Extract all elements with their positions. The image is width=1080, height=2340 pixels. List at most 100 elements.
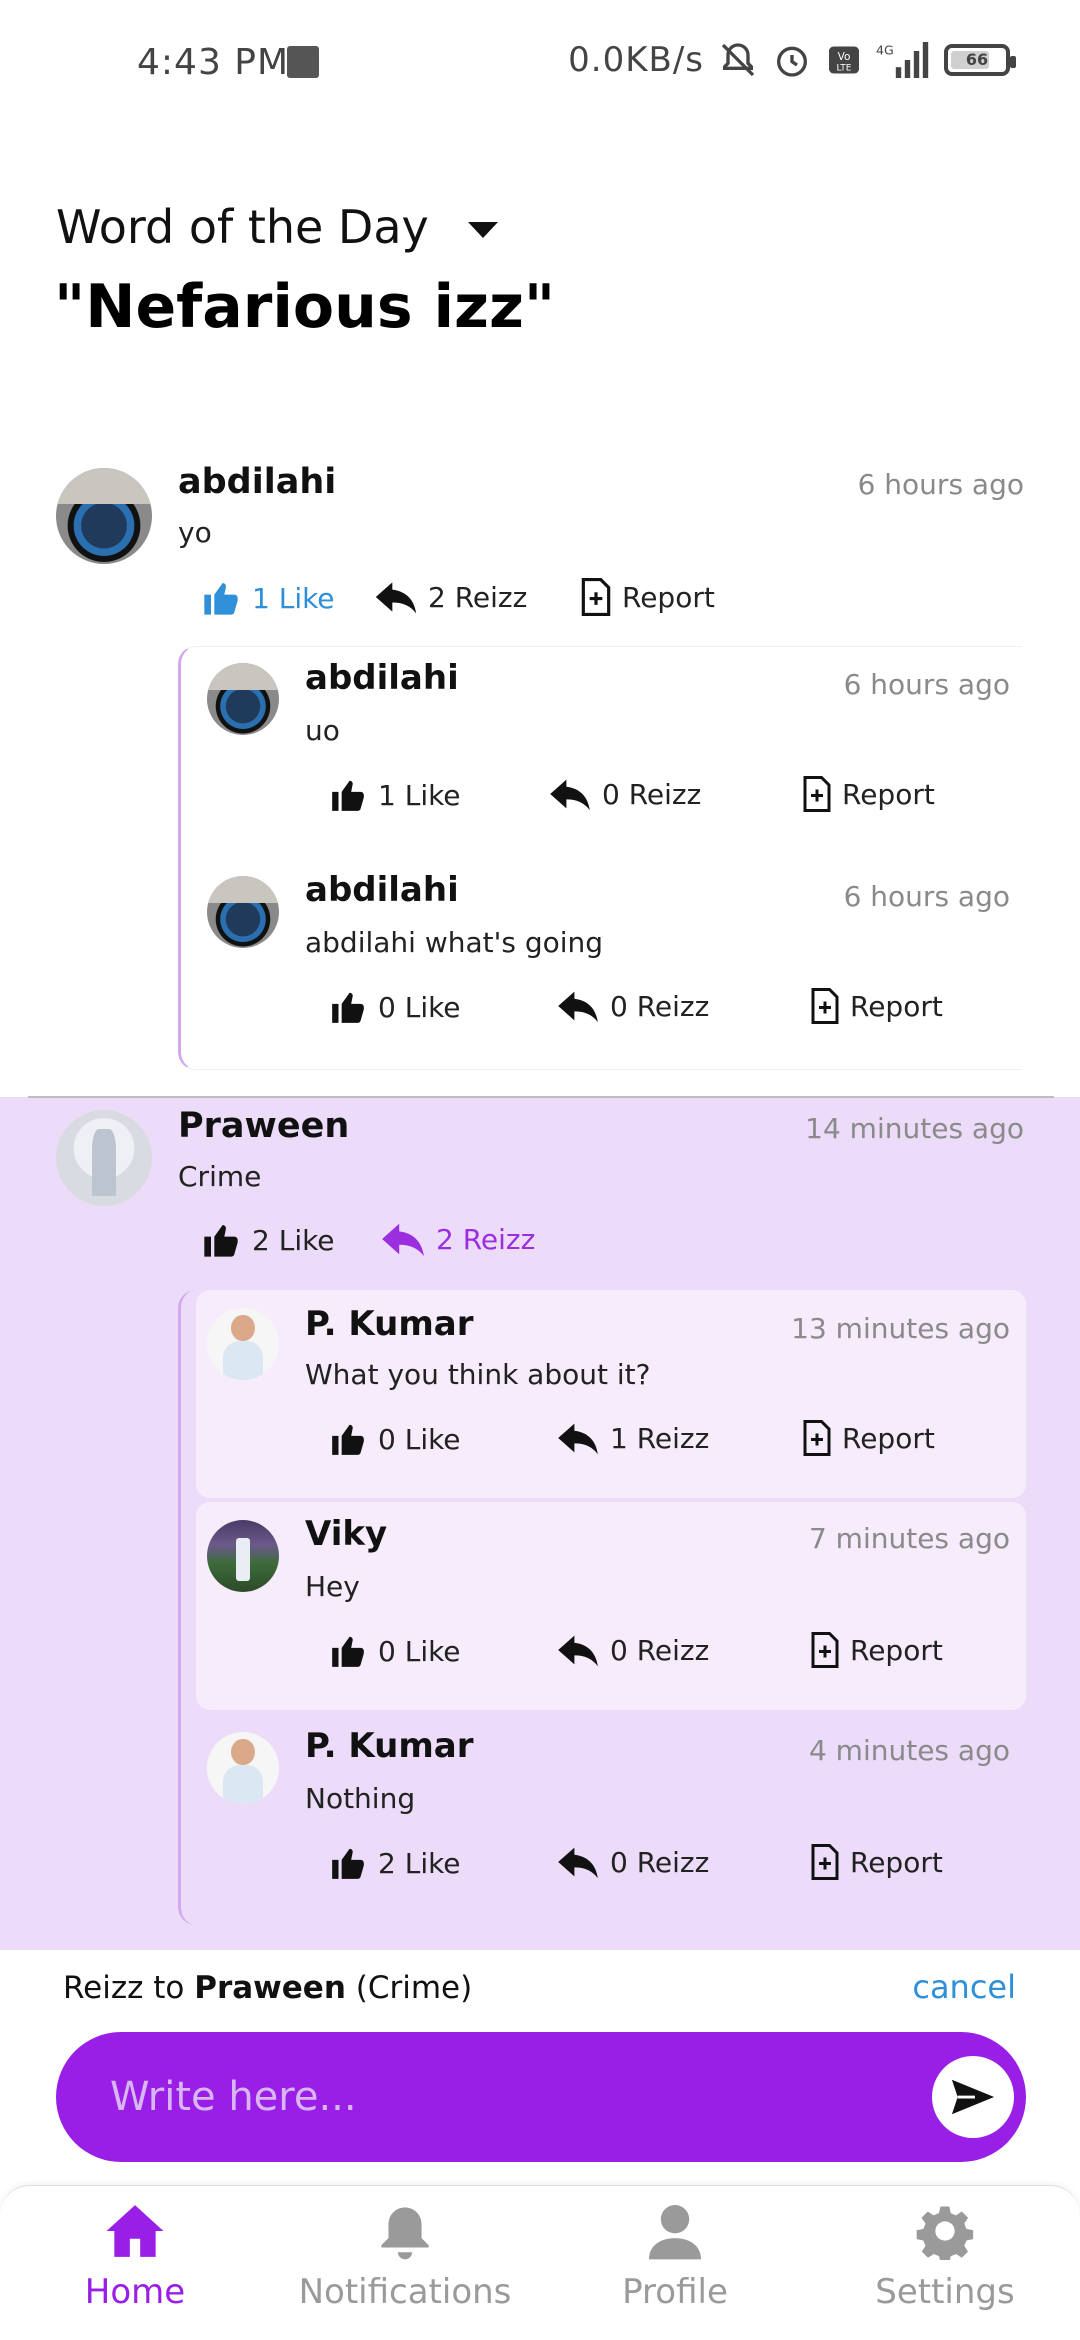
report-icon xyxy=(803,1420,831,1456)
avatar[interactable] xyxy=(207,876,279,948)
reply-time: 6 hours ago xyxy=(843,880,1010,913)
reply-prefix: Reizz to xyxy=(63,1970,185,2006)
reply-author[interactable]: P. Kumar xyxy=(305,1726,474,1766)
reizz-button[interactable]: 1 Reizz xyxy=(556,1420,709,1456)
like-button[interactable]: 2 Like xyxy=(328,1844,461,1882)
signal-icon: 4G xyxy=(876,42,929,78)
report-label: Report xyxy=(850,989,943,1023)
bell-icon xyxy=(381,2207,429,2260)
reizz-button[interactable]: 2 Reizz xyxy=(374,578,527,616)
avatar[interactable] xyxy=(56,1110,152,1206)
report-label: Report xyxy=(850,1845,943,1879)
comment-time: 14 minutes ago xyxy=(805,1112,1024,1145)
report-button[interactable]: Report xyxy=(580,578,715,616)
reizz-count: 1 Reizz xyxy=(610,1421,710,1455)
alarm-icon xyxy=(777,46,807,77)
bottom-navigation: Home Notifications Profile Settings xyxy=(0,2185,1080,2340)
send-button[interactable] xyxy=(932,2056,1014,2138)
like-button[interactable]: 1 Like xyxy=(328,776,461,814)
report-button[interactable]: Report xyxy=(810,988,943,1024)
like-button[interactable]: 0 Like xyxy=(328,988,461,1026)
nav-label: Notifications xyxy=(298,2272,512,2312)
nav-label: Profile xyxy=(622,2272,728,2312)
like-button[interactable]: 2 Like xyxy=(200,1220,335,1260)
reply-arrow-icon xyxy=(558,1635,598,1667)
like-count: 0 Like xyxy=(378,990,461,1024)
reizz-button[interactable]: 0 Reizz xyxy=(556,1632,709,1668)
send-icon xyxy=(951,2079,995,2115)
divider xyxy=(28,1096,1054,1098)
reizz-button[interactable]: 2 Reizz xyxy=(380,1220,535,1258)
report-button[interactable]: Report xyxy=(802,776,935,812)
reply-target-name: Praween xyxy=(194,1970,346,2006)
thumbs-up-icon xyxy=(332,780,364,811)
avatar[interactable] xyxy=(56,468,152,564)
comment-author[interactable]: Praween xyxy=(178,1106,349,1146)
cancel-reply-button[interactable]: cancel xyxy=(912,1968,1016,2006)
thumbs-up-icon xyxy=(332,1636,364,1667)
thumbs-up-icon xyxy=(332,1424,364,1455)
svg-text:4G: 4G xyxy=(876,43,894,58)
avatar[interactable] xyxy=(207,1308,279,1380)
svg-text:LTE: LTE xyxy=(837,64,852,74)
word-of-day: "Nefarious izz" xyxy=(54,272,556,342)
report-button[interactable]: Report xyxy=(810,1844,943,1880)
reizz-button[interactable]: 0 Reizz xyxy=(556,1844,709,1880)
gear-icon xyxy=(916,2206,974,2260)
reply-author[interactable]: abdilahi xyxy=(305,658,459,698)
nav-home[interactable]: Home xyxy=(0,2200,270,2312)
report-icon xyxy=(803,776,831,812)
reply-author[interactable]: abdilahi xyxy=(305,870,459,910)
reply-text: What you think about it? xyxy=(305,1358,651,1391)
message-input[interactable] xyxy=(110,2062,910,2132)
reizz-count: 2 Reizz xyxy=(436,1222,536,1256)
reizz-button[interactable]: 0 Reizz xyxy=(548,776,701,812)
report-label: Report xyxy=(842,777,935,811)
reply-text: abdilahi what's going xyxy=(305,926,604,959)
avatar[interactable] xyxy=(207,1732,279,1804)
message-composer xyxy=(56,2032,1026,2162)
report-label: Report xyxy=(850,1633,943,1667)
nav-notifications[interactable]: Notifications xyxy=(270,2200,540,2312)
reply-arrow-icon xyxy=(375,582,417,614)
like-button[interactable]: 1 Like xyxy=(200,578,335,618)
like-button[interactable]: 0 Like xyxy=(328,1632,461,1670)
like-count: 2 Like xyxy=(252,1223,335,1257)
reply-author[interactable]: Viky xyxy=(305,1514,387,1554)
like-count: 2 Like xyxy=(378,1846,461,1880)
report-label: Report xyxy=(622,580,715,614)
thumbs-up-icon xyxy=(332,992,364,1023)
reizz-count: 0 Reizz xyxy=(610,1845,710,1879)
dropdown-caret-icon[interactable] xyxy=(468,222,498,238)
reply-author[interactable]: P. Kumar xyxy=(305,1304,474,1344)
person-icon xyxy=(649,2205,701,2260)
like-button[interactable]: 0 Like xyxy=(328,1420,461,1458)
report-icon xyxy=(811,988,839,1024)
comment-author[interactable]: abdilahi xyxy=(178,462,336,502)
like-count: 0 Like xyxy=(378,1422,461,1456)
like-count: 0 Like xyxy=(378,1634,461,1668)
report-icon xyxy=(581,578,611,616)
nav-label: Settings xyxy=(875,2272,1015,2312)
nav-settings[interactable]: Settings xyxy=(810,2200,1080,2312)
report-button[interactable]: Report xyxy=(810,1632,943,1668)
report-icon xyxy=(811,1632,839,1668)
reply-arrow-icon xyxy=(382,1223,424,1257)
comment-text: Crime xyxy=(178,1160,262,1193)
avatar[interactable] xyxy=(207,663,279,735)
reply-time: 4 minutes ago xyxy=(808,1734,1010,1767)
nav-profile[interactable]: Profile xyxy=(540,2200,810,2312)
reply-arrow-icon xyxy=(558,1423,598,1455)
reply-time: 6 hours ago xyxy=(843,668,1010,701)
status-bar: 4:43 PM 0.0KB/s Vo LTE 4G 66 xyxy=(0,0,1080,130)
avatar[interactable] xyxy=(207,1520,279,1592)
reizz-button[interactable]: 0 Reizz xyxy=(556,988,709,1024)
report-icon xyxy=(811,1844,839,1880)
reply-arrow-icon xyxy=(550,779,590,811)
reply-target-text: (Crime) xyxy=(355,1970,473,2006)
reply-text: Hey xyxy=(305,1570,360,1603)
volte-icon: VoLTE xyxy=(829,46,859,74)
comment-time: 6 hours ago xyxy=(857,468,1024,501)
report-button[interactable]: Report xyxy=(802,1420,935,1456)
status-right: 0.0KB/s Vo LTE 4G 66 xyxy=(568,40,1016,80)
